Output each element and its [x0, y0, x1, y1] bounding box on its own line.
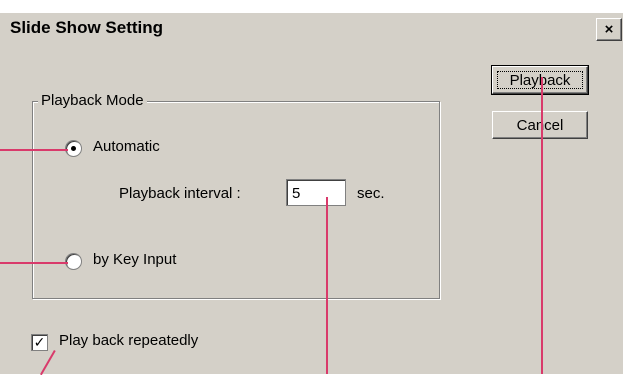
radio-selected-dot — [71, 146, 76, 151]
callout-line-automatic — [0, 149, 68, 151]
interval-label: Playback interval : — [119, 185, 241, 202]
playback-mode-legend: Playback Mode — [38, 92, 147, 109]
radio-automatic-label[interactable]: Automatic — [93, 138, 160, 155]
interval-input[interactable]: 5 — [286, 179, 346, 206]
repeat-label[interactable]: Play back repeatedly — [59, 332, 198, 349]
radio-key-input-label[interactable]: by Key Input — [93, 251, 176, 268]
dialog-window: Slide Show Setting × Playback Mode Autom… — [0, 12, 623, 375]
cancel-button[interactable]: Cancel — [492, 111, 588, 139]
focus-rect — [497, 71, 583, 89]
interval-unit: sec. — [357, 185, 385, 202]
callout-line-repeat — [40, 350, 56, 375]
title-bar: Slide Show Setting × — [0, 13, 623, 45]
cancel-button-label: Cancel — [516, 117, 564, 134]
callout-line-key-input — [0, 262, 68, 264]
callout-line-playback — [541, 77, 543, 374]
check-icon: ✓ — [33, 334, 46, 350]
callout-line-interval — [326, 197, 328, 374]
close-icon: × — [604, 21, 614, 38]
dialog-title: Slide Show Setting — [10, 18, 164, 37]
playback-button[interactable]: Playback — [491, 65, 589, 95]
repeat-checkbox[interactable]: ✓ — [31, 334, 48, 351]
close-button[interactable]: × — [596, 18, 622, 41]
